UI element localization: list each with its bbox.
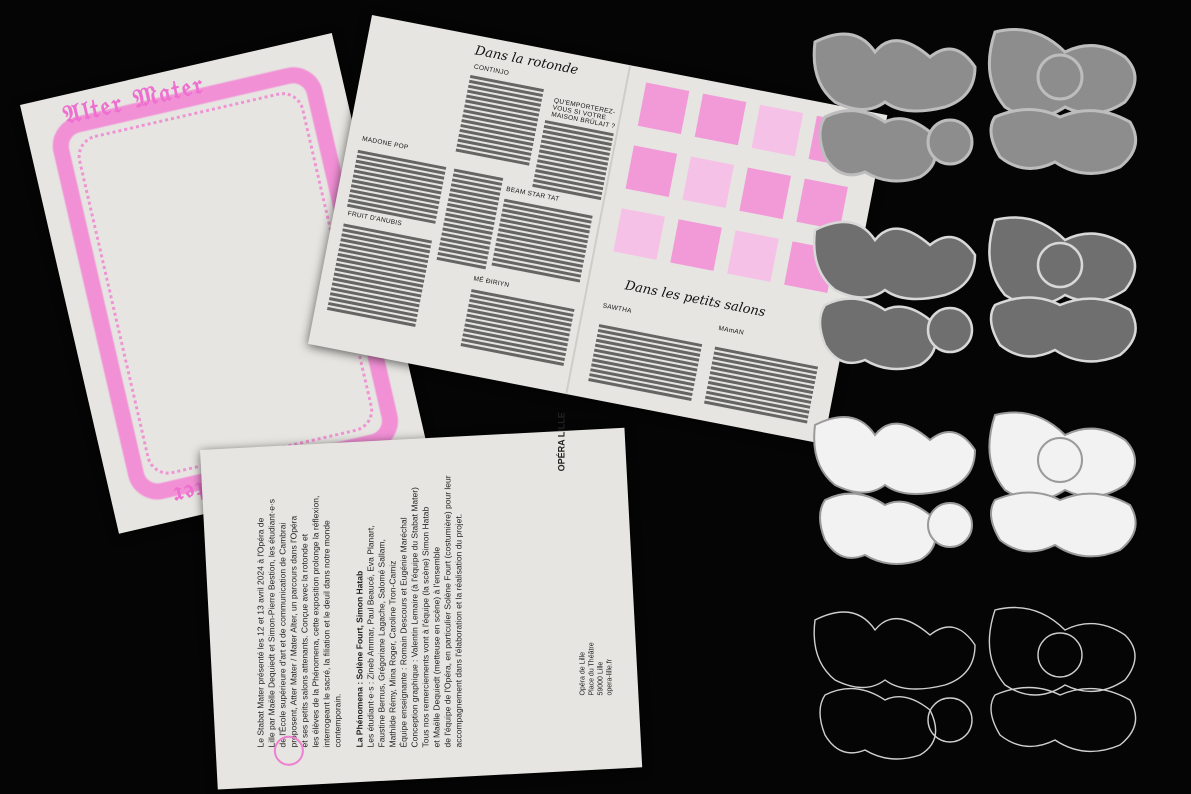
lettering-grey-svg: [812, 28, 1138, 183]
lettering-art-outline: [805, 600, 1177, 775]
text-column: [587, 324, 703, 405]
lettering-art-outline-grey: [805, 210, 1177, 378]
artist-heading: MÉ ĐIRIYN: [472, 275, 510, 290]
artwork-thumbnail: [625, 145, 678, 197]
text-column: [460, 289, 575, 370]
text-column: [455, 74, 545, 166]
artwork-thumbnail: [727, 230, 779, 282]
lettering-art-white: [805, 405, 1177, 573]
lettering-art-grey: [805, 22, 1177, 190]
opera-logo: OPÉRA LILLE: [556, 412, 567, 472]
artwork-thumbnail: [613, 208, 665, 260]
section-title-salons: Dans les petits salons: [623, 278, 767, 321]
text-column: [532, 119, 614, 202]
address-block: Opéra de Lille Place du Théâtre 59000 Lil…: [579, 642, 614, 696]
artwork-thumbnail: [670, 219, 722, 271]
artwork-thumbnail: [751, 104, 804, 157]
artwork-thumbnail: [694, 93, 747, 146]
lettering-outline-grey-svg: [813, 216, 1137, 371]
lettering-white-svg: [813, 411, 1137, 565]
artwork-thumbnail: [637, 82, 690, 135]
text-column: [491, 198, 593, 287]
artist-heading: MAmAN: [717, 324, 745, 337]
pink-glyph-icon: [273, 734, 305, 767]
artist-heading: SAWTHA: [602, 302, 633, 315]
artist-heading: MADONE POP: [361, 135, 410, 152]
back-sheet: Le Stabat Mater présenté les 12 et 13 av…: [200, 412, 643, 790]
lettering-outline-svg: [813, 606, 1137, 760]
colophon-text: Le Stabat Mater présenté les 12 et 13 av…: [255, 475, 464, 748]
artwork-thumbnail: [739, 167, 791, 220]
text-column: [326, 223, 433, 330]
text-column: [703, 346, 819, 428]
artist-heading: CONTINJO: [473, 63, 510, 78]
artwork-thumbnail: [682, 156, 735, 209]
